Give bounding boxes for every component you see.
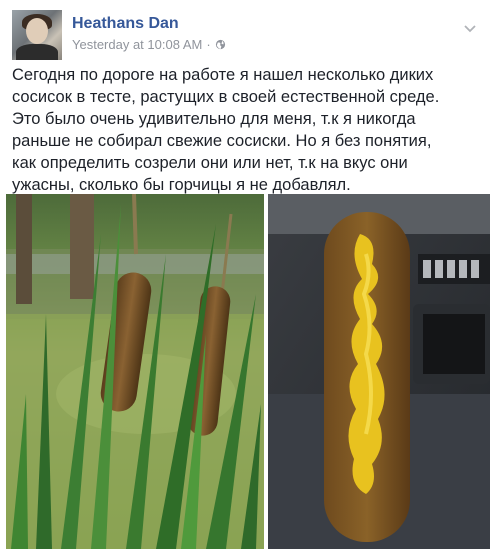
avatar[interactable] xyxy=(12,10,62,60)
post-text-line: Это было очень удивительно для меня, т.к… xyxy=(12,110,416,128)
author-name[interactable]: Heathans Dan xyxy=(72,15,179,33)
post-text-line: Сегодня по дороге на работе я нашел неск… xyxy=(12,66,434,84)
post-meta: Yesterday at 10:08 AM · xyxy=(72,37,226,52)
post-text-line: как определить созрели они или нет, т.к … xyxy=(12,154,408,172)
post-photos xyxy=(0,194,495,549)
photo-cattails[interactable] xyxy=(6,194,264,549)
post-header: Heathans Dan Yesterday at 10:08 AM · xyxy=(12,10,482,60)
facebook-post: Heathans Dan Yesterday at 10:08 AM · Сег… xyxy=(0,0,495,549)
chevron-down-icon[interactable] xyxy=(462,20,478,36)
post-text-line: ужасны, сколько бы горчицы я не добавлял… xyxy=(12,176,351,194)
globe-icon xyxy=(215,39,225,50)
post-timestamp[interactable]: Yesterday at 10:08 AM xyxy=(72,37,202,52)
post-text-line: раньше не собирал свежие сосиски. Но я б… xyxy=(12,132,432,150)
post-text-line: сосисок в тесте, растущих в своей естест… xyxy=(12,88,440,106)
post-text: Сегодня по дороге на работе я нашел неск… xyxy=(12,64,490,196)
photo-corn-dog[interactable] xyxy=(268,194,490,549)
meta-separator: · xyxy=(206,37,211,52)
